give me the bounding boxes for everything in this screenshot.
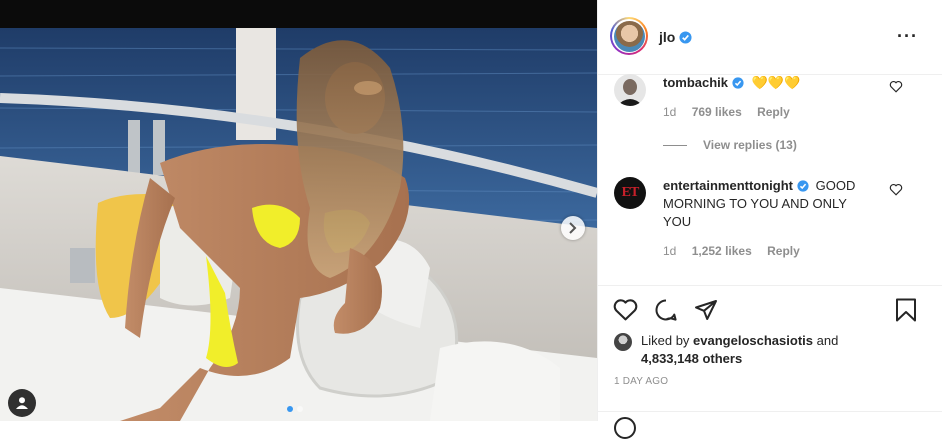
- post-photo-pane: [0, 0, 597, 421]
- like-comment-heart-icon[interactable]: [889, 80, 903, 93]
- comment-meta: 1d 769 likes Reply: [663, 105, 802, 119]
- comment-time[interactable]: 1d: [663, 244, 676, 258]
- share-paper-plane-icon[interactable]: [694, 298, 718, 322]
- like-comment-heart-icon[interactable]: [889, 183, 903, 196]
- liker-avatar[interactable]: [614, 333, 632, 351]
- comment-likes[interactable]: 1,252 likes: [692, 244, 752, 258]
- post-header: jlo ···: [598, 0, 942, 75]
- liker-username[interactable]: evangeloschasiotis: [693, 333, 813, 348]
- carousel-dot-active: [287, 406, 293, 412]
- liked-by-prefix: Liked by: [641, 333, 690, 348]
- verified-badge-icon: [732, 77, 744, 89]
- comment-text: entertainmenttonight GOOD MORNING TO YOU…: [663, 177, 873, 231]
- author-username-row: jlo: [659, 29, 692, 45]
- view-replies-button[interactable]: View replies (13): [663, 138, 797, 152]
- like-heart-icon[interactable]: [613, 298, 638, 321]
- verified-badge-icon: [797, 180, 809, 192]
- carousel-dot: [297, 406, 303, 412]
- post-sidebar: jlo ··· tombachik 💛💛💛 1d 769 likes Reply: [597, 0, 942, 439]
- comment-likes[interactable]: 769 likes: [692, 105, 742, 119]
- user-icon: [16, 397, 28, 409]
- chevron-right-icon: [569, 222, 577, 234]
- carousel-next-button[interactable]: [561, 216, 585, 240]
- comment-username[interactable]: tombachik: [663, 75, 728, 90]
- verified-badge-icon: [679, 31, 692, 44]
- comment-username[interactable]: entertainmenttonight: [663, 178, 793, 193]
- author-avatar[interactable]: [610, 17, 648, 55]
- comment-meta: 1d 1,252 likes Reply: [663, 244, 812, 258]
- view-replies-label: View replies (13): [703, 138, 797, 152]
- comment-body: 💛💛💛: [751, 75, 801, 90]
- reply-button[interactable]: Reply: [757, 105, 790, 119]
- post-actions-section: Liked by evangeloschasiotis and 4,833,14…: [598, 285, 942, 439]
- post-image[interactable]: [0, 28, 597, 421]
- comment-time[interactable]: 1d: [663, 105, 676, 119]
- add-comment-bar: [598, 411, 942, 439]
- post-timestamp[interactable]: 1 DAY AGO: [614, 376, 668, 387]
- comment-text: tombachik 💛💛💛: [663, 74, 873, 92]
- tagged-users-button[interactable]: [8, 389, 36, 417]
- comment-bubble-icon[interactable]: [654, 298, 678, 322]
- emoji-icon[interactable]: [614, 417, 636, 439]
- likes-count[interactable]: 4,833,148 others: [641, 351, 742, 366]
- save-bookmark-icon[interactable]: [895, 298, 917, 322]
- replies-divider-line: [663, 145, 687, 147]
- photo-top-bar: [0, 0, 597, 28]
- commenter-avatar[interactable]: [614, 74, 646, 106]
- more-options-button[interactable]: ···: [897, 27, 918, 45]
- et-logo-text: ET: [621, 185, 640, 200]
- liked-by-text: Liked by evangeloschasiotis and 4,833,14…: [641, 332, 838, 368]
- reply-button[interactable]: Reply: [767, 244, 800, 258]
- carousel-indicator: [287, 406, 303, 412]
- commenter-avatar-image: [614, 74, 646, 106]
- liked-by-and: and: [816, 333, 839, 348]
- author-username[interactable]: jlo: [659, 29, 675, 45]
- commenter-avatar[interactable]: ET: [614, 177, 646, 209]
